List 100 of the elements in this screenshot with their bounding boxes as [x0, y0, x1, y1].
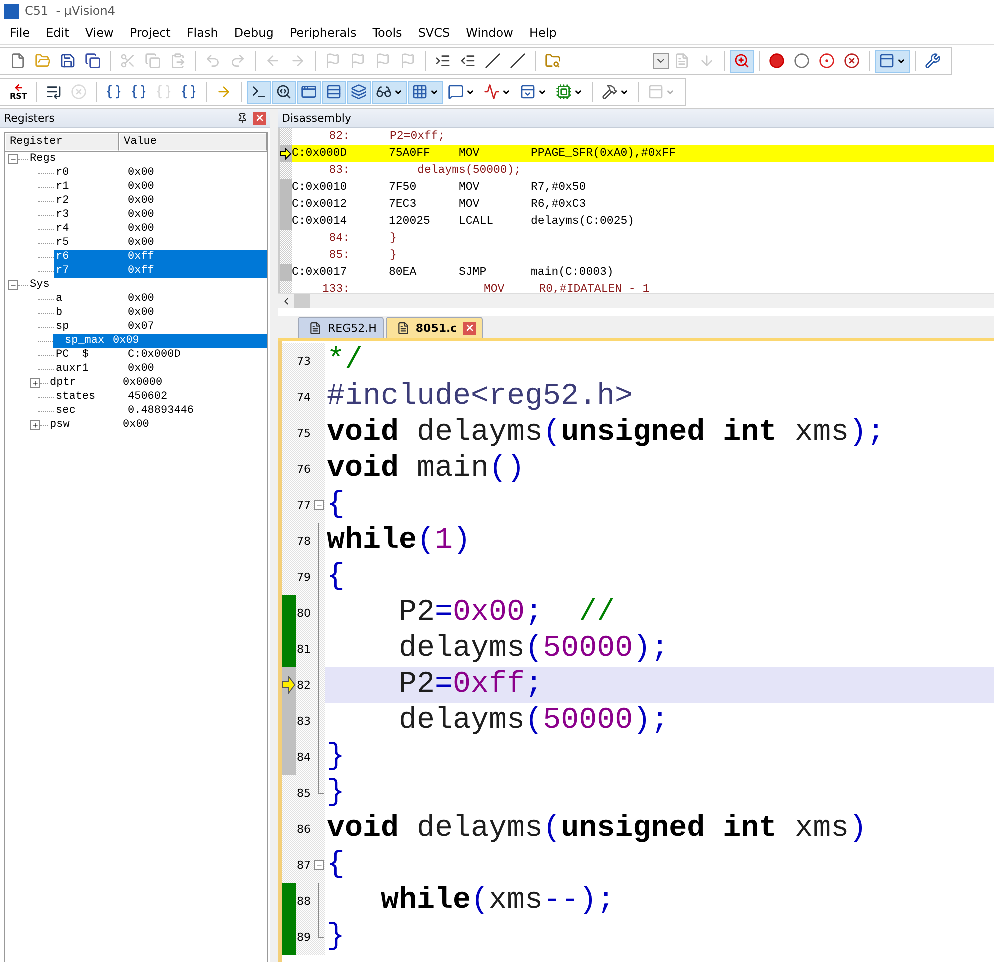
stop-icon	[71, 84, 88, 100]
expand-icon[interactable]	[30, 420, 40, 430]
code-line: }	[326, 919, 346, 955]
menu-item[interactable]: View	[77, 26, 122, 40]
toolbar-button[interactable]	[247, 80, 272, 104]
line-number: 78	[296, 534, 312, 548]
register-name[interactable]: sp	[54, 320, 124, 334]
window-icon	[648, 84, 664, 100]
hammer-icon	[602, 84, 618, 100]
caret-icon	[897, 56, 906, 66]
close-button[interactable]	[463, 322, 476, 334]
register-name[interactable]: r3	[54, 208, 124, 222]
register-name[interactable]: PC $	[54, 348, 124, 362]
line-number: 85	[296, 786, 312, 800]
collapse-icon[interactable]	[8, 154, 18, 164]
register-value: 0x0000	[122, 376, 164, 390]
line-number: 89	[296, 930, 312, 944]
register-name[interactable]: r6	[54, 250, 124, 264]
line-number: 84	[296, 750, 312, 764]
column-header[interactable]: Register	[5, 133, 119, 151]
code-line: delayms(50000);	[398, 703, 670, 739]
register-name[interactable]: r1	[54, 180, 124, 194]
current-line-arrow-icon	[282, 676, 296, 694]
tree-group-label[interactable]: Sys	[28, 278, 108, 292]
menu-item[interactable]: File	[2, 26, 38, 40]
menu-item[interactable]: Peripherals	[282, 26, 365, 40]
grid-icon	[412, 84, 428, 100]
address: C:0x0010	[292, 181, 348, 194]
register-name[interactable]: sec	[54, 404, 124, 418]
register-name[interactable]: r5	[54, 236, 124, 250]
register-name[interactable]: r4	[54, 222, 124, 236]
line-number: 79	[296, 570, 312, 584]
arrow-icon	[14, 83, 24, 93]
opcode: 7F50	[389, 181, 418, 194]
expand-icon[interactable]	[30, 378, 40, 388]
toolbar-button[interactable]	[347, 80, 372, 104]
dot-cross-icon	[844, 53, 860, 69]
register-value: 0x00	[127, 194, 156, 208]
address: C:0x0012	[292, 198, 348, 211]
chip-icon	[556, 84, 572, 100]
register-value: 0x00	[127, 362, 156, 376]
file-icon	[396, 322, 410, 334]
register-name[interactable]: states	[54, 390, 124, 404]
register-name[interactable]: a	[54, 292, 124, 306]
slash-icon	[510, 53, 526, 69]
pin-icon	[236, 112, 248, 124]
toolbar-button[interactable]	[322, 80, 346, 104]
register-name[interactable]: r0	[54, 166, 124, 180]
operands: PPAGE_SFR(0xA0),#0xFF	[531, 147, 677, 160]
toolbar-button[interactable]	[372, 80, 408, 104]
collapse-icon[interactable]	[314, 860, 324, 870]
register-name[interactable]: r7	[54, 264, 124, 278]
address: C:0x0017	[292, 266, 348, 279]
file-tab[interactable]: 8051.c	[386, 317, 484, 338]
close-button[interactable]	[253, 112, 266, 124]
operands: R7,#0x50	[531, 181, 588, 194]
file-tab[interactable]: REG52.H	[298, 317, 384, 338]
terminal-icon	[251, 84, 268, 100]
dropdown-button[interactable]	[653, 53, 669, 69]
line-number: 83	[296, 714, 312, 728]
line-number: 77	[296, 498, 312, 512]
caret-icon	[538, 88, 548, 96]
scrollbar-thumb[interactable]	[294, 294, 310, 308]
address: C:0x0014	[292, 215, 348, 228]
register-value: 450602	[127, 390, 169, 404]
toolbar-button[interactable]	[875, 50, 910, 72]
code-line: }	[326, 739, 346, 775]
source-line-number: 133:	[321, 283, 350, 296]
line-number: 75	[296, 426, 312, 440]
toolbar-button[interactable]	[297, 80, 322, 104]
reset-button[interactable]: RST	[6, 80, 32, 104]
column-header[interactable]: Value	[119, 133, 267, 151]
register-value: 0x00	[127, 166, 156, 180]
register-value: 0x00	[122, 418, 150, 432]
code-line: while(1)	[326, 523, 472, 559]
line-number: 87	[296, 858, 312, 872]
register-name[interactable]: dptr	[48, 376, 119, 390]
menu-item[interactable]: SVCS	[410, 26, 458, 40]
collapse-icon[interactable]	[8, 280, 18, 290]
toolbar-button[interactable]	[272, 80, 296, 104]
register-name[interactable]: sp_max	[53, 334, 109, 348]
glasses-icon	[376, 84, 392, 100]
register-name[interactable]: b	[54, 306, 124, 320]
source-code: delayms(50000);	[416, 164, 522, 177]
tree-group-label[interactable]: Regs	[28, 152, 108, 166]
register-value: 0x00	[127, 292, 156, 306]
menu-item[interactable]: Edit	[38, 26, 78, 40]
menu-item[interactable]: Help	[521, 26, 565, 40]
collapse-icon[interactable]	[314, 500, 324, 510]
register-value: 0xff	[124, 264, 267, 278]
menu-item[interactable]: Debug	[226, 26, 282, 40]
mnemonic: MOV	[459, 198, 481, 211]
toolbar-button[interactable]	[408, 80, 444, 104]
menu-item[interactable]: Tools	[364, 26, 410, 40]
menu-item[interactable]: Flash	[178, 26, 226, 40]
register-name[interactable]: psw	[48, 418, 119, 432]
menu-item[interactable]: Window	[458, 26, 522, 40]
register-name[interactable]: auxr1	[54, 362, 124, 376]
register-name[interactable]: r2	[54, 194, 124, 208]
menu-item[interactable]: Project	[122, 26, 179, 40]
